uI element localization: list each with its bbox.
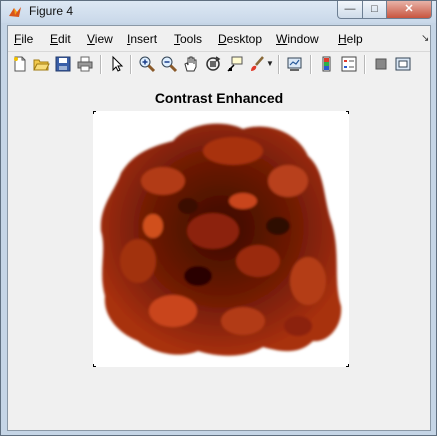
open-file-icon[interactable] [32,55,50,73]
print-icon[interactable] [76,55,94,73]
figure-client-area: File Edit View Insert Tools Desktop Wind… [7,25,431,431]
toolbar-separator [310,55,312,74]
menu-bar: File Edit View Insert Tools Desktop Wind… [8,29,430,49]
toolbar-separator [364,55,366,74]
image-axes[interactable] [93,111,349,367]
minimize-button[interactable]: — [337,1,363,19]
zoom-in-icon[interactable] [138,55,156,73]
legend-icon[interactable] [340,55,358,73]
enhanced-image [100,123,342,356]
window-title: Figure 4 [29,4,74,18]
maximize-button[interactable]: □ [362,1,387,19]
axes-corner-tick [93,364,94,367]
pan-icon[interactable] [182,55,200,73]
axes-corner-tick [348,111,349,114]
toolbar-separator [278,55,280,74]
axes-corner-tick [93,111,94,114]
menu-edit[interactable]: Edit [50,32,71,46]
toolbar-separator [130,55,132,74]
toolbar-separator [100,55,102,74]
figure-toolbar: ▼ [8,51,430,79]
menu-desktop[interactable]: Desktop [218,32,262,46]
link-plot-icon[interactable] [286,55,304,73]
menu-help[interactable]: Help [338,32,363,46]
figure-canvas: Contrast Enhanced [8,78,430,430]
figure-window: Figure 4 — □ ✕ File Edit View Insert Too… [0,0,437,436]
brush-dropdown-icon[interactable]: ▼ [266,59,274,77]
title-bar[interactable]: Figure 4 — □ ✕ [1,1,436,23]
show-plot-tools-icon[interactable] [394,55,412,73]
new-figure-icon[interactable] [11,55,29,73]
menu-insert[interactable]: Insert [127,32,157,46]
axes-corner-tick [348,364,349,367]
close-button[interactable]: ✕ [386,1,432,19]
menu-tools[interactable]: Tools [174,32,202,46]
plot-title: Contrast Enhanced [154,90,284,106]
save-icon[interactable] [54,55,72,73]
edit-plot-icon[interactable] [108,55,126,73]
colorbar-icon[interactable] [318,55,336,73]
zoom-out-icon[interactable] [160,55,178,73]
menu-window[interactable]: Window [276,32,319,46]
hide-plot-tools-icon[interactable] [372,55,390,73]
rotate-3d-icon[interactable] [204,55,222,73]
menu-file[interactable]: File [14,32,33,46]
menu-view[interactable]: View [87,32,113,46]
data-cursor-icon[interactable] [226,55,244,73]
brush-icon[interactable] [248,55,266,73]
dock-arrow-icon[interactable]: ↘ [421,33,429,44]
matlab-logo-icon [9,7,21,17]
